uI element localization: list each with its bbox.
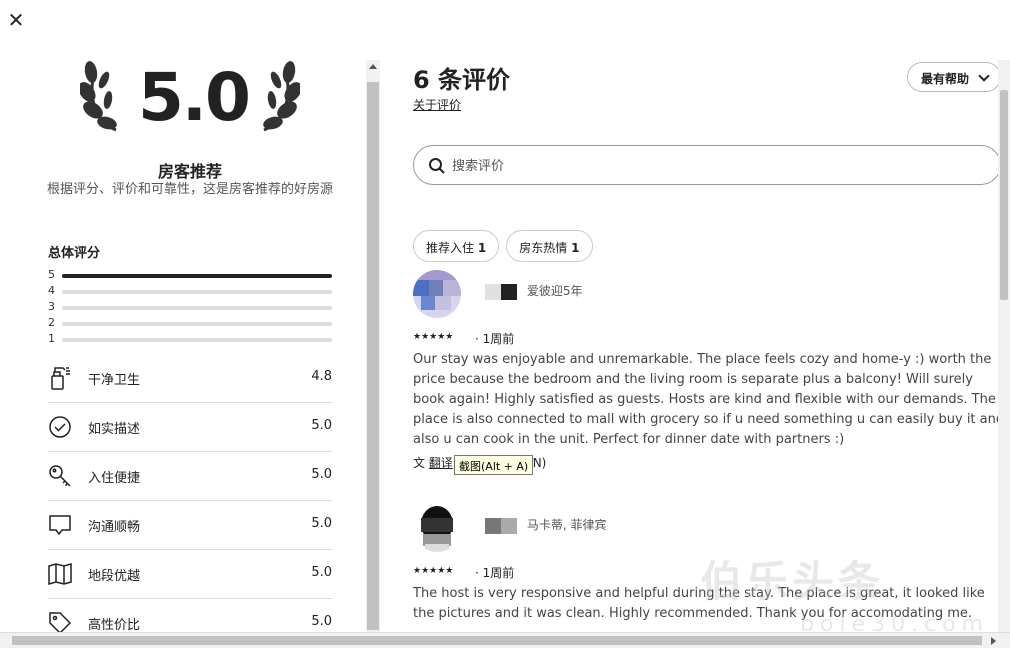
category-location: 地段优越 5.0 <box>48 550 332 599</box>
category-ratings: 干净卫生 4.8 如实描述 5.0 入住便捷 5.0 沟通顺畅 5.0 地段优越… <box>48 354 332 632</box>
review-date: · 1周前 <box>475 332 515 346</box>
star-rating: ★★★★★ <box>413 566 454 576</box>
search-icon <box>429 158 445 174</box>
reviewer-name: 马卡蒂, 菲律宾 <box>485 516 606 535</box>
reviews-panel: 6 条评价 关于评价 最有帮助 推荐入住 1 房东热情 1 爱彼迎5年 ★★★★… <box>380 0 1010 632</box>
avatar[interactable] <box>413 270 461 318</box>
search-reviews-box[interactable] <box>413 145 1001 185</box>
redacted-name-block <box>485 283 517 300</box>
chevron-down-icon <box>978 70 990 82</box>
rating-summary-panel: 5.0 房客推荐 根据评分、评价和可靠性，这是房客推荐的好房源 总体评分 5 4… <box>0 40 366 632</box>
screenshot-tooltip: 截图(Alt + A) <box>454 455 534 475</box>
redacted-name-block <box>485 517 517 534</box>
key-icon <box>49 465 71 487</box>
star-rating: ★★★★★ <box>413 332 454 342</box>
category-checkin: 入住便捷 5.0 <box>48 452 332 501</box>
rating-bar-2: 2 <box>48 316 332 332</box>
category-accuracy: 如实描述 5.0 <box>48 403 332 452</box>
laurel-left-icon <box>80 61 117 132</box>
chat-bubble-icon <box>49 515 71 536</box>
left-panel-scrollbar[interactable] <box>366 60 380 632</box>
map-icon <box>48 563 72 585</box>
category-value: 高性价比 5.0 <box>48 599 332 632</box>
scrollbar-thumb[interactable] <box>12 636 982 645</box>
rating-bar-4: 4 <box>48 284 332 300</box>
category-communication: 沟通顺畅 5.0 <box>48 501 332 550</box>
watermark-text: 伯乐头条 <box>700 557 885 606</box>
sort-dropdown[interactable]: 最有帮助 <box>907 62 1001 92</box>
close-button[interactable]: ✕ <box>4 8 28 32</box>
overall-rating-title: 总体评分 <box>48 246 101 261</box>
chip-friendly-host[interactable]: 房东热情 1 <box>506 230 593 262</box>
scrollbar-thumb[interactable] <box>367 82 379 630</box>
review-tag-chips: 推荐入住 1 房东热情 1 <box>413 230 595 262</box>
rating-bar-3: 3 <box>48 300 332 316</box>
guest-favorite-description: 根据评分、评价和可靠性，这是房客推荐的好房源 <box>46 182 333 197</box>
review-date: · 1周前 <box>475 566 515 580</box>
laurel-right-icon <box>263 61 300 132</box>
overall-rating-value: 5.0 <box>138 59 251 136</box>
chip-recommend-stay[interactable]: 推荐入住 1 <box>413 230 500 262</box>
reviews-count-title: 6 条评价 <box>413 66 511 94</box>
about-reviews-link[interactable]: 关于评价 <box>413 96 461 113</box>
reviewer-name: 爱彼迎5年 <box>485 282 582 301</box>
translate-link[interactable]: 翻译 <box>429 456 453 470</box>
rating-distribution: 5 4 3 2 1 <box>48 268 332 348</box>
guest-favorite-title: 房客推荐 <box>157 162 222 181</box>
spray-bottle-icon <box>51 367 70 390</box>
rating-bar-5: 5 <box>48 268 332 284</box>
price-tag-icon <box>49 612 72 632</box>
review-text: Our stay was enjoyable and unremarkable.… <box>413 352 1005 447</box>
category-cleanliness: 干净卫生 4.8 <box>48 354 332 403</box>
rating-hero: 5.0 <box>80 58 300 138</box>
search-input[interactable] <box>452 155 952 177</box>
avatar[interactable] <box>413 504 461 552</box>
scroll-right-arrow-icon[interactable] <box>991 637 996 645</box>
translate-icon: 文 <box>413 456 426 470</box>
scrollbar-thumb[interactable] <box>1000 90 1008 300</box>
check-circle-icon <box>49 416 71 438</box>
horizontal-scrollbar[interactable] <box>0 632 1010 648</box>
right-panel-scrollbar[interactable] <box>998 60 1010 632</box>
scroll-up-arrow-icon[interactable] <box>369 64 377 69</box>
rating-bar-1: 1 <box>48 332 332 348</box>
